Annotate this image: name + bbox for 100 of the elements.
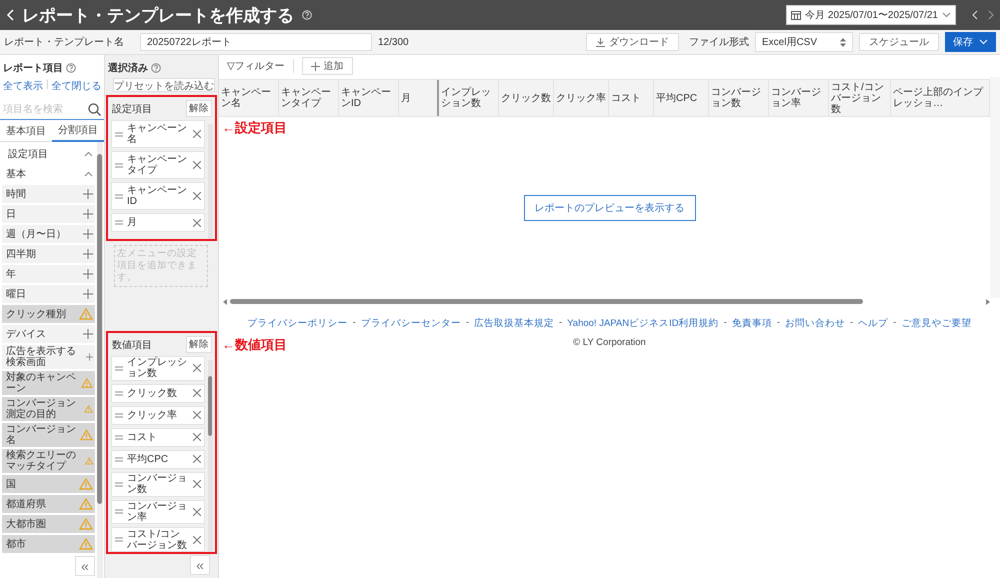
close-icon[interactable] bbox=[193, 536, 201, 544]
list-item[interactable]: 日 bbox=[2, 205, 95, 223]
drag-handle-icon[interactable] bbox=[115, 194, 123, 198]
help-icon[interactable] bbox=[302, 10, 312, 20]
column-header[interactable]: クリック率 bbox=[554, 80, 609, 116]
close-icon[interactable] bbox=[193, 389, 201, 398]
footer-link[interactable]: ご意見やご要望 bbox=[901, 317, 972, 330]
plus-icon[interactable] bbox=[83, 229, 93, 239]
close-icon[interactable] bbox=[193, 192, 201, 200]
list-item[interactable]: 年 bbox=[2, 265, 95, 283]
selected-chip[interactable]: 月 bbox=[111, 213, 205, 232]
filter-button[interactable]: ▽フィルター bbox=[227, 59, 285, 73]
selected-chip[interactable]: コンバージョン率 bbox=[111, 500, 205, 524]
selected-chip[interactable]: キャンペーンタイプ bbox=[111, 151, 205, 179]
footer-link[interactable]: ヘルプ bbox=[858, 317, 888, 330]
plus-icon[interactable] bbox=[83, 289, 93, 299]
drag-handle-icon[interactable] bbox=[115, 132, 123, 136]
selected-chip[interactable]: クリック率 bbox=[111, 406, 205, 425]
footer-link[interactable]: 免責事項 bbox=[732, 317, 772, 330]
drag-handle-icon[interactable] bbox=[115, 412, 123, 418]
footer-link[interactable]: プライバシーセンター bbox=[360, 317, 461, 330]
name-field[interactable]: 20250722レポート bbox=[140, 33, 372, 51]
list-item[interactable]: 曜日 bbox=[2, 285, 95, 303]
list-item[interactable]: 時間 bbox=[2, 185, 95, 203]
back-icon[interactable] bbox=[6, 9, 14, 21]
column-header[interactable]: コンバージョン率 bbox=[769, 80, 829, 116]
scroll-right-icon[interactable] bbox=[985, 298, 990, 304]
close-icon[interactable] bbox=[193, 411, 201, 420]
chevron-up-icon[interactable] bbox=[84, 150, 93, 156]
clear-button[interactable]: 解除 bbox=[186, 336, 212, 353]
load-preset-button[interactable]: プリセットを読み込む bbox=[113, 78, 215, 92]
close-icon[interactable] bbox=[193, 218, 201, 226]
list-item[interactable]: デバイス bbox=[2, 325, 95, 343]
next-icon[interactable] bbox=[988, 10, 994, 20]
drag-handle-icon[interactable] bbox=[115, 456, 123, 462]
collapse-button[interactable]: « bbox=[190, 555, 210, 575]
column-header[interactable]: キャンペーンタイプ bbox=[279, 80, 339, 116]
scroll-left-icon[interactable] bbox=[223, 298, 228, 304]
plus-icon[interactable] bbox=[83, 329, 93, 339]
close-icon[interactable] bbox=[193, 480, 201, 488]
column-header[interactable]: コスト/コンバージョン数 bbox=[829, 80, 891, 116]
close-icon[interactable] bbox=[193, 508, 201, 516]
drag-handle-icon[interactable] bbox=[115, 366, 123, 371]
selected-chip[interactable]: インプレッション数 bbox=[111, 356, 205, 381]
drag-handle-icon[interactable] bbox=[115, 482, 123, 487]
plus-icon[interactable] bbox=[86, 352, 93, 362]
save-button[interactable]: 保存 bbox=[945, 32, 996, 52]
close-icon[interactable] bbox=[193, 161, 201, 169]
clear-button[interactable]: 解除 bbox=[186, 100, 212, 117]
chevron-up-icon[interactable] bbox=[84, 170, 93, 176]
selected-chip[interactable]: キャンペーン名 bbox=[111, 120, 205, 148]
drag-handle-icon[interactable] bbox=[115, 434, 123, 440]
help-icon[interactable] bbox=[151, 63, 161, 73]
selected-chip[interactable]: 平均CPC bbox=[111, 450, 205, 469]
plus-icon[interactable] bbox=[83, 249, 93, 259]
previous-icon[interactable] bbox=[972, 10, 978, 20]
footer-link[interactable]: 広告取扱基本規定 bbox=[474, 317, 554, 330]
collapse-button[interactable]: « bbox=[75, 556, 95, 576]
plus-icon[interactable] bbox=[83, 269, 93, 279]
drag-handle-icon[interactable] bbox=[115, 162, 123, 168]
download-button[interactable]: ダウンロード bbox=[586, 33, 679, 51]
close-icon[interactable] bbox=[193, 364, 201, 372]
selected-chip[interactable]: コスト/コンバージョン数 bbox=[111, 527, 205, 552]
search-icon[interactable] bbox=[88, 102, 101, 116]
column-header[interactable]: インプレッション数 bbox=[439, 80, 499, 116]
column-header[interactable]: コスト bbox=[609, 80, 654, 116]
collapse-all-link[interactable]: 全て閉じる bbox=[52, 79, 102, 93]
footer-link[interactable]: Yahoo! JAPANビジネスID利用規約 bbox=[567, 317, 719, 330]
footer-link[interactable]: お問い合わせ bbox=[784, 317, 845, 330]
column-header[interactable]: コンバージョン数 bbox=[709, 80, 769, 116]
list-item[interactable]: 広告を表示する検索画面 bbox=[2, 345, 95, 369]
selected-chip[interactable]: コンバージョン数 bbox=[111, 472, 205, 496]
close-icon[interactable] bbox=[193, 130, 201, 138]
drag-handle-icon[interactable] bbox=[115, 220, 123, 225]
list-item[interactable]: 四半期 bbox=[2, 245, 95, 263]
selected-chip[interactable]: コスト bbox=[111, 428, 205, 447]
chevron-down-icon[interactable] bbox=[942, 12, 951, 18]
column-header[interactable]: 月 bbox=[399, 80, 439, 116]
show-all-link[interactable]: 全て表示 bbox=[3, 79, 43, 93]
close-icon[interactable] bbox=[193, 455, 201, 464]
column-header[interactable]: クリック数 bbox=[499, 80, 554, 116]
column-header[interactable]: キャンペーンID bbox=[339, 80, 399, 116]
column-header[interactable]: キャンペーン名 bbox=[219, 80, 279, 116]
list-item[interactable]: 週（月〜日） bbox=[2, 225, 95, 243]
selected-chip[interactable]: クリック数 bbox=[111, 384, 205, 403]
file-format-select[interactable]: Excel用CSV bbox=[755, 32, 853, 52]
selected-chip[interactable]: キャンペーンID bbox=[111, 182, 205, 210]
preview-button[interactable]: レポートのプレビューを表示する bbox=[524, 194, 696, 220]
footer-link[interactable]: プライバシーポリシー bbox=[248, 317, 348, 330]
close-icon[interactable] bbox=[193, 433, 201, 442]
plus-icon[interactable] bbox=[83, 209, 93, 219]
drag-handle-icon[interactable] bbox=[115, 537, 123, 542]
add-button[interactable]: 追加 bbox=[302, 57, 353, 75]
help-icon[interactable] bbox=[66, 63, 76, 73]
column-header[interactable]: 平均CPC bbox=[654, 80, 709, 116]
schedule-button[interactable]: スケジュール bbox=[859, 33, 939, 51]
plus-icon[interactable] bbox=[83, 189, 93, 199]
drag-handle-icon[interactable] bbox=[115, 390, 123, 396]
drag-handle-icon[interactable] bbox=[115, 509, 123, 514]
date-range-picker[interactable]: 今月 2025/07/01〜2025/07/21 bbox=[786, 5, 956, 25]
